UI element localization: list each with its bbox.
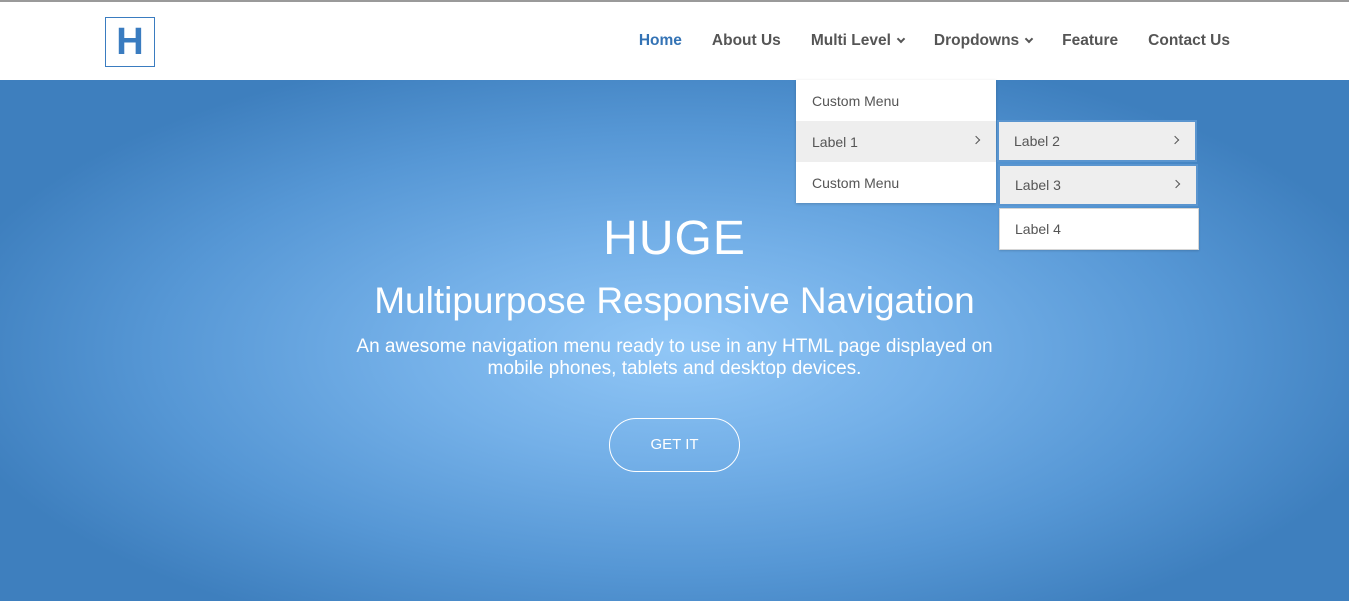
nav-item-label: Dropdowns [933,32,1020,49]
nav-item-label: Multi Level [810,32,891,49]
dropdown-item-label: Label 1 [812,133,858,150]
dropdown-item-custom-menu[interactable]: Custom Menu [796,162,996,203]
nav-item-multi-level[interactable]: Multi Level [810,32,906,50]
submenu-item-label-2[interactable]: Label 2 [997,120,1197,162]
chevron-right-icon [1171,179,1181,189]
submenu-item-label-4[interactable]: Label 4 [999,208,1199,250]
get-it-button[interactable]: GET IT [609,418,740,472]
logo[interactable]: H [105,17,155,67]
navbar: H Home About Us Multi Level Dropdowns Fe… [0,2,1349,80]
chevron-right-icon [971,135,981,145]
nav-item-dropdowns[interactable]: Dropdowns [933,32,1034,50]
nav-item-about-us[interactable]: About Us [712,32,781,50]
nav-item-home[interactable]: Home [639,32,682,50]
submenu-item-label: Label 2 [1014,133,1060,149]
nav-item-label: About Us [711,32,781,49]
chevron-down-icon [896,34,906,44]
submenu-item-label: Label 3 [1015,177,1061,193]
submenu-item-label-3[interactable]: Label 3 [998,164,1198,206]
multi-level-dropdown: Custom Menu Label 1 Custom Menu [796,80,996,203]
nav-item-feature[interactable]: Feature [1062,32,1118,50]
nav-item-label: Contact Us [1148,32,1230,49]
chevron-down-icon [1024,34,1034,44]
nav-item-label: Home [638,32,682,49]
dropdown-item-label: Custom Menu [812,174,900,191]
nav-menu: Home About Us Multi Level Dropdowns Feat… [609,2,1230,80]
nav-item-contact-us[interactable]: Contact Us [1148,32,1230,50]
dropdown-item-custom-menu[interactable]: Custom Menu [796,80,996,121]
dropdown-item-label-1[interactable]: Label 1 [796,121,996,162]
hero-subtitle: Multipurpose Responsive Navigation [374,280,975,321]
hero-description: An awesome navigation menu ready to use … [356,336,993,379]
dropdown-item-label: Custom Menu [812,92,900,109]
chevron-right-icon [1170,135,1180,145]
nav-item-label: Feature [1062,32,1119,49]
submenu-item-label: Label 4 [1015,221,1061,237]
